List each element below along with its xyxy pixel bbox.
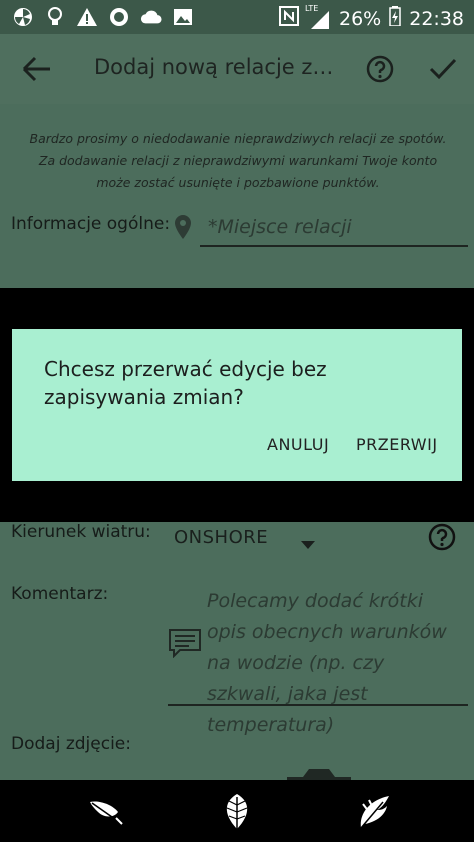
general-info-label: Informacje ogólne: bbox=[11, 214, 171, 234]
arrow-left-icon bbox=[22, 56, 50, 82]
image-icon bbox=[172, 6, 194, 28]
comment-input-underline bbox=[168, 704, 468, 706]
notification-icons bbox=[12, 6, 194, 28]
battery-level: 26% bbox=[339, 7, 382, 30]
help-circle-icon bbox=[366, 55, 394, 83]
wind-direction-label: Kierunek wiatru: bbox=[11, 522, 151, 542]
lightbulb-icon bbox=[44, 6, 66, 28]
system-status: LTE 26% 22:38 bbox=[279, 4, 464, 31]
cancel-button[interactable]: ANULUJ bbox=[267, 435, 329, 454]
battery-charging-icon bbox=[389, 6, 401, 31]
confirm-dialog: Chcesz przerwać edycje bez zapisywania z… bbox=[12, 329, 462, 481]
cloud-icon bbox=[140, 6, 162, 28]
location-input-underline bbox=[200, 245, 468, 247]
location-input[interactable]: *Miejsce relacji bbox=[208, 216, 352, 238]
add-photo-label: Dodaj zdjęcie: bbox=[11, 734, 131, 754]
abort-button[interactable]: PRZERWIJ bbox=[356, 435, 438, 454]
clock: 22:38 bbox=[409, 7, 464, 30]
nav-leaf-button[interactable] bbox=[86, 794, 126, 830]
help-button[interactable] bbox=[366, 55, 394, 83]
wind-direction-select[interactable]: ONSHORE bbox=[174, 527, 268, 548]
leaf-fern-icon bbox=[360, 796, 389, 829]
leaf-icon bbox=[90, 801, 123, 825]
dropdown-arrow-icon[interactable] bbox=[301, 534, 315, 553]
wind-help-icon[interactable] bbox=[428, 523, 456, 555]
circle-record-icon bbox=[108, 6, 130, 28]
back-button[interactable] bbox=[20, 54, 54, 84]
leaf-round-icon bbox=[226, 794, 248, 830]
nav-leaf-fern-button[interactable] bbox=[354, 794, 394, 830]
lte-signal-icon: LTE bbox=[305, 4, 331, 30]
comment-bubble-icon bbox=[168, 628, 202, 662]
pinwheel-icon bbox=[12, 6, 34, 28]
nfc-icon bbox=[279, 6, 299, 31]
app-toolbar: Dodaj nową relacje ze s... bbox=[0, 34, 474, 104]
save-button[interactable] bbox=[428, 56, 458, 82]
location-pin-icon bbox=[174, 214, 192, 244]
bottom-navigation bbox=[0, 780, 474, 842]
check-icon bbox=[429, 58, 457, 80]
status-bar: LTE 26% 22:38 bbox=[0, 0, 474, 34]
dialog-message: Chcesz przerwać edycje bez zapisywania z… bbox=[44, 357, 327, 409]
comment-input[interactable]: Polecamy dodać krótki opis obecnych waru… bbox=[207, 586, 463, 741]
warning-icon bbox=[76, 6, 98, 28]
page-title: Dodaj nową relacje ze s... bbox=[94, 55, 346, 79]
nav-leaf-round-button[interactable] bbox=[217, 794, 257, 830]
comment-label: Komentarz: bbox=[11, 584, 109, 604]
notice-text: Bardzo prosimy o niedodawanie nieprawdzi… bbox=[29, 131, 447, 190]
